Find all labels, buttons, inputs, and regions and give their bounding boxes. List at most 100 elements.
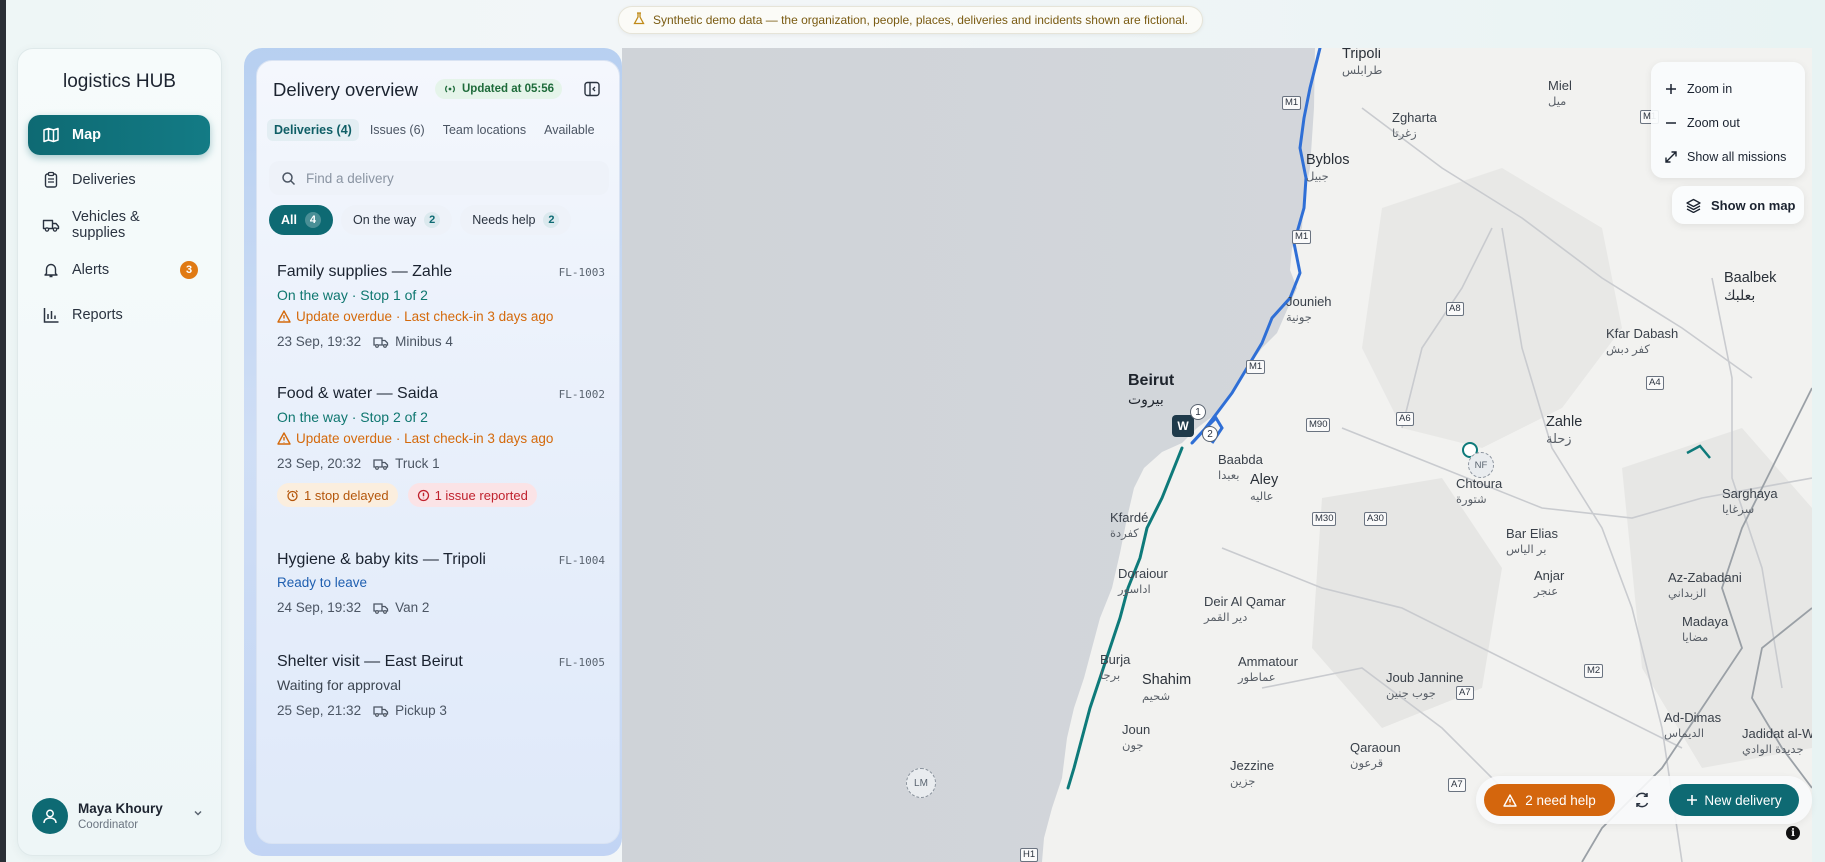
place-label-deir-al-qamar: Deir Al Qamar دير القمر (1204, 594, 1286, 624)
zoom-out-button[interactable]: Zoom out (1665, 106, 1791, 140)
card-code: FL-1005 (558, 656, 605, 669)
road-shield: A4 (1646, 376, 1664, 390)
card-status: Waiting for approval (277, 677, 401, 693)
card-time: 25 Sep, 21:32 (277, 703, 362, 718)
expand-icon (1665, 151, 1677, 163)
road-shield: M90 (1306, 418, 1331, 432)
map-canvas[interactable]: Tripoli طرابلس Miel ميل Zgharta زغرتا Byblo… (622, 48, 1812, 862)
delivery-card-fl-1004[interactable]: Hygiene & baby kits — Tripoli FL-1004 Re… (277, 551, 605, 615)
card-status: Ready to leave (277, 575, 368, 590)
road-shield: A7 (1456, 686, 1474, 700)
sidebar-nav: Map Deliveries Vehicles & supplies Alert… (28, 115, 210, 340)
sidebar-item-map[interactable]: Map (28, 115, 210, 155)
need-help-button[interactable]: 2 need help (1484, 784, 1615, 816)
sidebar-item-reports[interactable]: Reports (28, 295, 210, 335)
place-label-zgharta: Zgharta زغرتا (1392, 110, 1437, 140)
delivery-search (269, 161, 609, 195)
card-title: Shelter visit — East Beirut (277, 653, 463, 670)
warning-icon (1503, 793, 1517, 807)
place-label-joun: Joun جون (1122, 722, 1151, 752)
alert-circle-icon (417, 489, 429, 501)
place-label-burja: Burja برجا (1100, 652, 1131, 682)
live-signal-icon (445, 85, 455, 93)
place-label-aley: Aley عاليه (1250, 472, 1279, 503)
filter-on-the-way[interactable]: On the way 2 (340, 205, 453, 235)
search-input[interactable] (306, 170, 586, 186)
card-meta: 23 Sep, 19:32 Minibus 4 (277, 334, 605, 349)
brand-title: logistics HUB (63, 71, 176, 92)
filter-all[interactable]: All 4 (269, 205, 333, 235)
place-label-madaya: Madaya مضايا (1682, 614, 1729, 644)
card-title: Food & water — Saida (277, 385, 438, 402)
panel-title: Delivery overview (273, 79, 418, 100)
alarm-clock-icon (287, 489, 298, 501)
tab-team-locations[interactable]: Team locations (436, 119, 533, 141)
place-label-ad-dimas: Ad-Dimas الديماس (1664, 710, 1722, 740)
place-label-kfar-dabash: Kfar Dabash كفر دبش (1606, 326, 1679, 356)
warehouse-marker[interactable]: W (1172, 415, 1194, 437)
truck-icon (373, 705, 389, 717)
card-code: FL-1002 (558, 388, 605, 401)
refresh-button[interactable] (1630, 788, 1654, 812)
info-icon[interactable]: i (1786, 826, 1800, 840)
banner-text: Synthetic demo data — the organization, … (653, 13, 1188, 27)
map-zoom-controls: Zoom in Zoom out Show all missions (1651, 62, 1805, 178)
status-filters: All 4 On the way 2 Needs help 2 (269, 205, 572, 235)
place-label-byblos: Byblos جبيل (1306, 152, 1350, 183)
minus-icon (1666, 122, 1676, 124)
tab-available[interactable]: Available (537, 119, 602, 141)
card-code: FL-1004 (558, 554, 605, 567)
road-shield: A6 (1396, 412, 1414, 426)
sidebar-item-label: Vehicles & supplies (72, 209, 140, 241)
place-label-joub-jannine: Joub Jannine جوب جنين (1386, 670, 1464, 700)
delivery-card-fl-1005[interactable]: Shelter visit — East Beirut FL-1005 Wait… (277, 653, 605, 718)
delivery-card-fl-1002[interactable]: Food & water — Saida FL-1002 On the way … (277, 385, 605, 507)
card-vehicle: Pickup 3 (373, 703, 447, 718)
search-icon (282, 171, 296, 185)
place-label-jezzine: Jezzine جزين (1230, 758, 1275, 788)
user-role: Coordinator (78, 819, 139, 831)
road-shield: A8 (1446, 302, 1464, 316)
filter-count: 4 (304, 212, 321, 228)
stop-marker-1[interactable]: 1 (1190, 404, 1206, 420)
new-delivery-button[interactable]: New delivery (1669, 784, 1799, 816)
sidebar-item-vehicles[interactable]: Vehicles & supplies (28, 205, 210, 245)
plus-icon (1666, 84, 1676, 94)
refresh-icon (1635, 792, 1649, 808)
sidebar-item-label: Alerts (72, 262, 110, 278)
place-label-bar-elias: Bar Elias بر الياس (1506, 526, 1559, 556)
place-label-miel: Miel ميل (1548, 78, 1572, 108)
zoom-in-button[interactable]: Zoom in (1665, 72, 1791, 106)
place-label-sarghaya: Sarghaya سرغايا (1722, 486, 1778, 516)
filter-needs-help[interactable]: Needs help 2 (460, 205, 572, 235)
sidebar-item-alerts[interactable]: Alerts 3 (28, 250, 210, 290)
nf-location-marker[interactable]: NF (1468, 452, 1494, 478)
road-shield: M30 (1312, 512, 1337, 526)
user-icon (43, 809, 57, 824)
tab-issues[interactable]: Issues (6) (363, 119, 432, 141)
delivery-card-fl-1003[interactable]: Family supplies — Zahle FL-1003 On the w… (277, 263, 605, 349)
sidebar-item-deliveries[interactable]: Deliveries (28, 160, 210, 200)
user-menu[interactable]: Maya Khoury Coordinator (32, 795, 210, 837)
place-label-baalbek: Baalbek بعلبك (1724, 270, 1777, 303)
warning-icon (277, 310, 291, 323)
card-status: On the way · Stop 2 of 2 (277, 409, 428, 425)
tab-deliveries[interactable]: Deliveries (4) (267, 119, 359, 141)
show-all-missions-button[interactable]: Show all missions (1665, 140, 1791, 174)
card-pills: 1 stop delayed 1 issue reported (277, 483, 605, 507)
place-label-beirut: Beirut بيروت (1128, 372, 1175, 407)
lm-location-marker[interactable]: LM (906, 768, 936, 798)
stop-delayed-pill[interactable]: 1 stop delayed (277, 483, 398, 507)
collapse-panel-icon[interactable] (583, 80, 601, 98)
chevron-down-icon[interactable] (192, 807, 204, 822)
sidebar-item-label: Deliveries (72, 172, 136, 188)
clipboard-icon (44, 171, 58, 188)
stop-marker-2[interactable]: 2 (1202, 426, 1218, 442)
show-on-map-button[interactable]: Show on map (1672, 186, 1804, 224)
plus-icon (1687, 795, 1698, 805)
layers-icon (1686, 198, 1701, 213)
flask-icon (633, 12, 645, 28)
window-edge (0, 0, 6, 862)
issue-reported-pill[interactable]: 1 issue reported (407, 483, 537, 507)
place-label-doraiour: Doraiour اداسور (1118, 566, 1168, 596)
